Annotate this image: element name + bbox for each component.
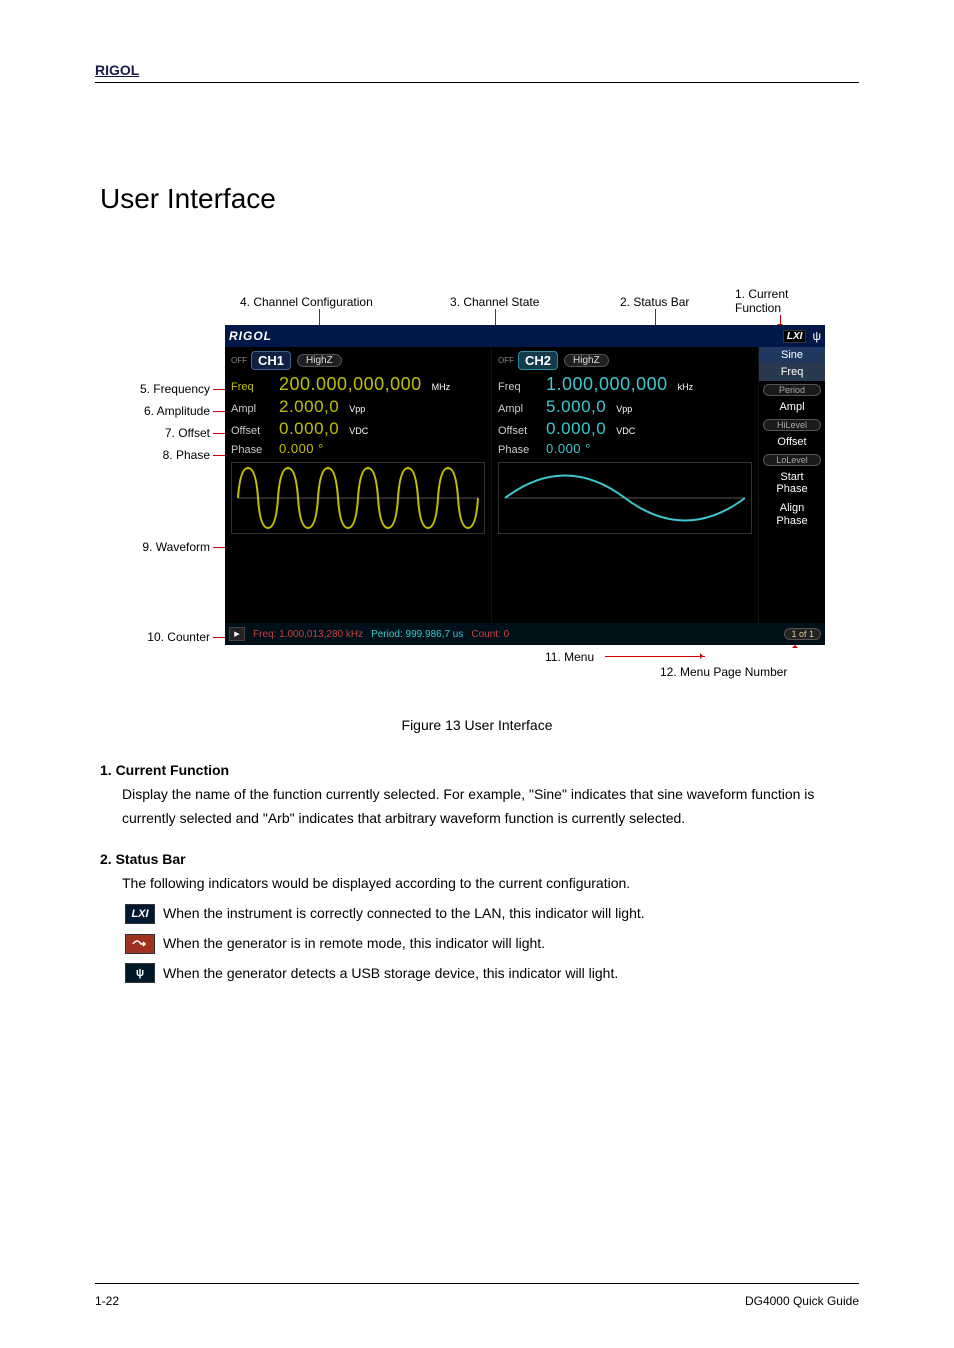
annot-9: 9. Waveform xyxy=(115,540,210,554)
menu-sub-lolevel[interactable]: LoLevel xyxy=(763,454,821,466)
ch2-phase-label: Phase xyxy=(498,444,538,456)
ch2-freq-label: Freq xyxy=(498,381,538,393)
ch1-ampl-label: Ampl xyxy=(231,403,271,415)
counter-bar: ▶ Freq: 1.000,013,280 kHz Period: 999.98… xyxy=(225,623,825,645)
page-header: RIGOL xyxy=(0,0,954,82)
figure: 4. Channel Configuration 3. Channel Stat… xyxy=(115,285,865,705)
ch2-ampl-unit: Vpp xyxy=(616,404,632,414)
counter-count: Count: 0 xyxy=(471,629,509,640)
sine-wave-icon xyxy=(232,463,484,533)
usb-badge-icon: ψ xyxy=(125,963,155,983)
ch1-ampl-val: 2.000,0 xyxy=(279,397,339,417)
ch2-phase-row: Phase 0.000 ° xyxy=(498,441,752,456)
ch2-freq-unit: kHz xyxy=(678,382,694,392)
ch2-waveform xyxy=(498,462,752,534)
ch2-offset-row: Offset 0.000,0 VDC xyxy=(498,419,752,439)
menu-item-ampl[interactable]: Ampl xyxy=(759,398,825,417)
channel-1-pane: OFF CH1 HighZ Freq 200.000,000,000 MHz A… xyxy=(225,347,492,623)
instrument-screen: RIGOL LXI ψ OFF CH1 HighZ Freq 200.000,0… xyxy=(225,325,825,645)
annot-11: 11. Menu xyxy=(545,650,594,664)
counter-period: Period: 999.986,7 us xyxy=(371,629,463,640)
ch1-freq-val: 200.000,000,000 xyxy=(279,374,422,395)
menu-sub-period[interactable]: Period xyxy=(763,384,821,396)
ch1-waveform xyxy=(231,462,485,534)
section-title: User Interface xyxy=(0,83,954,245)
annot-3: 3. Channel State xyxy=(450,295,539,309)
legend-pxi-text: When the generator is in remote mode, th… xyxy=(163,932,545,956)
usb-icon: ψ xyxy=(812,329,821,343)
ch1-offset-val: 0.000,0 xyxy=(279,419,339,439)
counter-freq: Freq: 1.000,013,280 kHz xyxy=(253,629,363,640)
footer-page-number: 1-22 xyxy=(95,1294,119,1308)
ch1-offset-row: Offset 0.000,0 VDC xyxy=(231,419,485,439)
footer-rule xyxy=(95,1283,859,1284)
menu-title: Sine xyxy=(759,347,825,363)
menu-item-alignphase[interactable]: Align Phase xyxy=(759,499,825,530)
legend-2-body: The following indicators would be displa… xyxy=(122,872,854,896)
lxi-badge-icon: LXI xyxy=(125,904,155,924)
ch2-phase-val: 0.000 ° xyxy=(546,441,591,456)
lxi-icon: LXI xyxy=(783,330,807,343)
ch1-phase-val: 0.000 ° xyxy=(279,441,324,456)
ch1-ampl-row: Ampl 2.000,0 Vpp xyxy=(231,397,485,417)
ch2-freq-row: Freq 1.000,000,000 kHz xyxy=(498,374,752,395)
footer-doc-title: DG4000 Quick Guide xyxy=(745,1294,859,1308)
legend: 1. Current Function Display the name of … xyxy=(100,759,854,985)
ch2-impedance[interactable]: HighZ xyxy=(564,354,609,367)
annot-6: 6. Amplitude xyxy=(115,404,210,418)
ch1-offset-unit: VDC xyxy=(349,426,368,436)
annot-2: 2. Status Bar xyxy=(620,295,689,309)
ch2-offset-unit: VDC xyxy=(616,426,635,436)
legend-1-title: 1. Current Function xyxy=(100,759,854,783)
ch1-phase-label: Phase xyxy=(231,444,271,456)
annot-5: 5. Frequency xyxy=(115,382,210,396)
annot-7: 7. Offset xyxy=(115,426,210,440)
ch1-off: OFF xyxy=(231,356,247,365)
brand-label: RIGOL xyxy=(229,329,272,343)
annot-1: 1. Current Function xyxy=(735,287,815,315)
legend-usb-text: When the generator detects a USB storage… xyxy=(163,962,618,986)
ch1-freq-unit: MHz xyxy=(432,382,451,392)
annot-10: 10. Counter xyxy=(115,630,210,644)
screen-body: OFF CH1 HighZ Freq 200.000,000,000 MHz A… xyxy=(225,347,825,623)
menu-item-freq[interactable]: Freq xyxy=(759,363,825,382)
ch2-off: OFF xyxy=(498,356,514,365)
menu-sub-hilevel[interactable]: HiLevel xyxy=(763,419,821,431)
ch2-offset-label: Offset xyxy=(498,425,538,437)
annot-4: 4. Channel Configuration xyxy=(240,295,373,309)
channel-2-pane: OFF CH2 HighZ Freq 1.000,000,000 kHz Amp… xyxy=(492,347,759,623)
menu-item-offset[interactable]: Offset xyxy=(759,433,825,452)
ch1-phase-row: Phase 0.000 ° xyxy=(231,441,485,456)
ch2-freq-val: 1.000,000,000 xyxy=(546,374,668,395)
ch2-ampl-label: Ampl xyxy=(498,403,538,415)
sine-wave-icon xyxy=(499,463,751,533)
menu-page-number: 1 of 1 xyxy=(784,628,821,640)
ch2-header: OFF CH2 HighZ xyxy=(498,351,752,370)
arrow xyxy=(605,656,705,657)
remote-badge-icon xyxy=(125,934,155,954)
figure-caption: Figure 13 User Interface xyxy=(0,717,954,733)
ch2-offset-val: 0.000,0 xyxy=(546,419,606,439)
ch1-freq-row: Freq 200.000,000,000 MHz xyxy=(231,374,485,395)
ch1-offset-label: Offset xyxy=(231,425,271,437)
menu-item-startphase[interactable]: Start Phase xyxy=(759,468,825,499)
ch2-ampl-row: Ampl 5.000,0 Vpp xyxy=(498,397,752,417)
ch1-tag[interactable]: CH1 xyxy=(251,351,291,370)
screen-topbar: RIGOL LXI ψ xyxy=(225,325,825,347)
legend-1-body: Display the name of the function current… xyxy=(122,783,854,831)
play-icon[interactable]: ▶ xyxy=(229,627,245,641)
ch2-ampl-val: 5.000,0 xyxy=(546,397,606,417)
legend-2-title: 2. Status Bar xyxy=(100,848,854,872)
legend-lxi-text: When the instrument is correctly connect… xyxy=(163,902,645,926)
ch1-header: OFF CH1 HighZ xyxy=(231,351,485,370)
softkey-menu: Sine Freq Period Ampl HiLevel Offset LoL… xyxy=(759,347,825,623)
ch1-ampl-unit: Vpp xyxy=(349,404,365,414)
annot-8: 8. Phase xyxy=(115,448,210,462)
status-bar: LXI ψ xyxy=(783,329,821,343)
annot-12: 12. Menu Page Number xyxy=(660,665,787,679)
ch1-freq-label: Freq xyxy=(231,381,271,393)
page-footer: 1-22 DG4000 Quick Guide xyxy=(95,1294,859,1308)
ch2-tag[interactable]: CH2 xyxy=(518,351,558,370)
ch1-impedance[interactable]: HighZ xyxy=(297,354,342,367)
